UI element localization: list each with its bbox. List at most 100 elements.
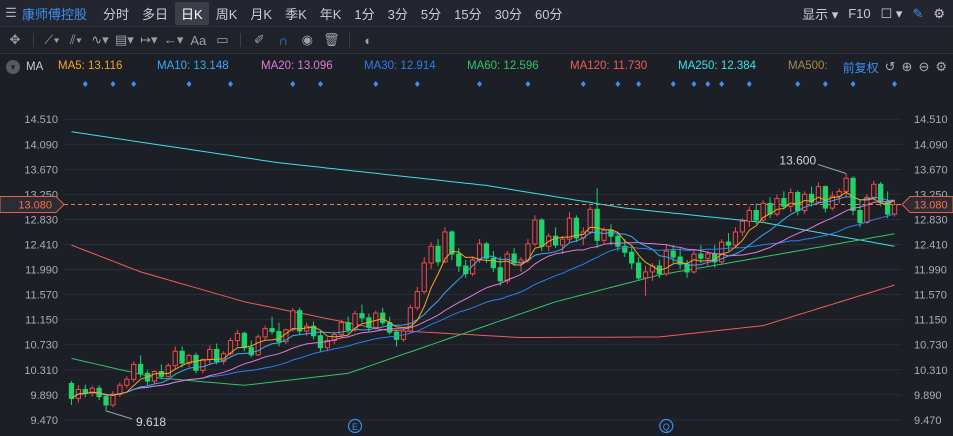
trash-icon[interactable]: 🗑	[322, 32, 340, 48]
tab-period-0[interactable]: 分时	[97, 2, 135, 25]
y-tick-left: 14.510	[24, 114, 58, 126]
y-tick-right: 10.310	[914, 365, 948, 377]
line-icon[interactable]: ⟋▾	[43, 32, 61, 48]
ma-title[interactable]: MA	[26, 61, 60, 73]
event-diamond	[525, 81, 531, 87]
tab-period-5[interactable]: 季K	[279, 2, 313, 25]
tab-period-10[interactable]: 15分	[448, 2, 487, 25]
channel-icon[interactable]: ⫽▾	[67, 32, 85, 48]
magnet-icon[interactable]: ∩	[274, 33, 292, 48]
tab-period-8[interactable]: 3分	[382, 2, 414, 25]
candle-body	[131, 363, 137, 380]
f10-button[interactable]: F10	[848, 6, 870, 21]
event-diamond	[131, 81, 137, 87]
candle-body	[207, 348, 213, 361]
current-price-left: 13.080	[18, 200, 52, 212]
candle-body	[781, 198, 787, 207]
tab-period-3[interactable]: 周K	[210, 2, 244, 25]
ma-legend-6: MA250: 12.384	[678, 60, 757, 72]
candlestick-chart[interactable]: 14.510 14.51014.090 14.09013.670 13.67013.2…	[0, 80, 953, 436]
zoom-out-icon[interactable]: ⊖	[918, 59, 929, 76]
candle-body	[774, 198, 780, 215]
tab-period-11[interactable]: 30分	[489, 2, 528, 25]
menu-icon[interactable]: ☰	[0, 5, 22, 21]
candle-body	[705, 253, 711, 259]
y-tick-right: 13.670	[914, 164, 948, 176]
candle-body	[615, 235, 621, 247]
tab-period-9[interactable]: 5分	[415, 2, 447, 25]
tab-period-2[interactable]: 日K	[175, 1, 209, 25]
square-icon[interactable]: ☐ ▾	[881, 6, 903, 22]
tab-period-7[interactable]: 1分	[348, 2, 380, 25]
candle-body	[248, 347, 254, 356]
event-diamond	[719, 81, 725, 87]
candle-body	[234, 332, 241, 342]
collapse-icon[interactable]: ▾	[6, 60, 20, 74]
adjust-mode[interactable]: 前复权	[843, 59, 879, 76]
pen-icon[interactable]: ✎	[912, 6, 923, 22]
event-marker-label: Q	[663, 422, 670, 432]
candle-body	[566, 217, 573, 240]
zoom-in-icon[interactable]: ⊕	[902, 59, 913, 76]
move-icon[interactable]: ✥	[6, 32, 24, 48]
y-tick-left: 12.410	[24, 239, 58, 251]
candle-body	[241, 332, 248, 349]
gear-icon[interactable]: ⚙	[933, 6, 945, 22]
tab-period-4[interactable]: 月K	[244, 2, 278, 25]
candle-body	[290, 310, 296, 331]
ma-legend-0: MA5: 13.116	[58, 60, 123, 72]
event-diamond	[850, 81, 856, 87]
wave-icon[interactable]: ∿▾	[91, 32, 109, 48]
candle-body	[663, 250, 669, 275]
arrow-icon[interactable]: ←▾	[164, 32, 184, 48]
event-diamond	[414, 81, 420, 87]
period-tabs: 分时 多日 日K 周K 月K 季K 年K 1分 3分 5分 15分 30分 60分	[97, 1, 570, 25]
range-icon[interactable]: ↦▾	[140, 32, 158, 48]
stock-name[interactable]: 康师傅控股	[22, 4, 87, 23]
settings-icon[interactable]: ⚙	[935, 59, 947, 76]
event-diamond	[290, 81, 296, 87]
y-tick-right: 11.150	[914, 315, 947, 327]
drawing-toolbar: ✥ ⟋▾ ⫽▾ ∿▾ ▤▾ ↦▾ ←▾ Aa ▭ ✐ ∩ ◉ 🗑 ◐	[0, 27, 953, 54]
current-price-right: 13.080	[914, 200, 948, 212]
tab-period-1[interactable]: 多日	[136, 2, 174, 25]
tab-period-6[interactable]: 年K	[314, 2, 348, 25]
candle-body	[815, 186, 822, 203]
candle-body	[725, 241, 732, 246]
candle-body	[345, 322, 351, 331]
event-diamond	[636, 81, 642, 87]
ma-legend-bar: ▾ MA MA5: 13.116 MA10: 13.148 MA20: 13.096…	[0, 54, 953, 80]
high-label: 13.600	[779, 154, 816, 168]
note-icon[interactable]: ▭	[213, 32, 231, 48]
candle-body	[165, 365, 171, 377]
text-icon[interactable]: Aa	[189, 33, 207, 48]
y-tick-right: 10.730	[914, 340, 948, 352]
reset-icon[interactable]: ↺	[885, 59, 896, 76]
candle-body	[698, 253, 704, 259]
y-tick-left: 9.890	[30, 390, 58, 402]
candle-body	[172, 350, 178, 367]
event-diamond	[822, 81, 828, 87]
toggle-icon[interactable]: ◐	[359, 33, 377, 48]
candle-body	[137, 363, 144, 374]
display-dropdown[interactable]: 显示 ▾	[802, 4, 838, 23]
y-tick-left: 11.570	[25, 290, 58, 302]
candle-body	[559, 238, 566, 246]
candle-body	[435, 245, 441, 263]
candle-body	[629, 251, 635, 264]
candle-body	[739, 220, 746, 233]
candle-body	[200, 359, 206, 371]
candle-body	[864, 196, 870, 223]
event-diamond	[746, 81, 752, 87]
y-tick-left: 11.990	[25, 265, 58, 277]
y-tick-right: 11.570	[914, 290, 947, 302]
candle-body	[871, 183, 877, 198]
candle-body	[179, 350, 185, 364]
event-diamond	[705, 81, 711, 87]
eraser-icon[interactable]: ✐	[250, 32, 268, 48]
eye-icon[interactable]: ◉	[298, 32, 316, 48]
event-diamond	[228, 81, 234, 87]
event-diamond	[477, 81, 483, 87]
fib-icon[interactable]: ▤▾	[115, 32, 134, 48]
tab-period-12[interactable]: 60分	[529, 2, 568, 25]
